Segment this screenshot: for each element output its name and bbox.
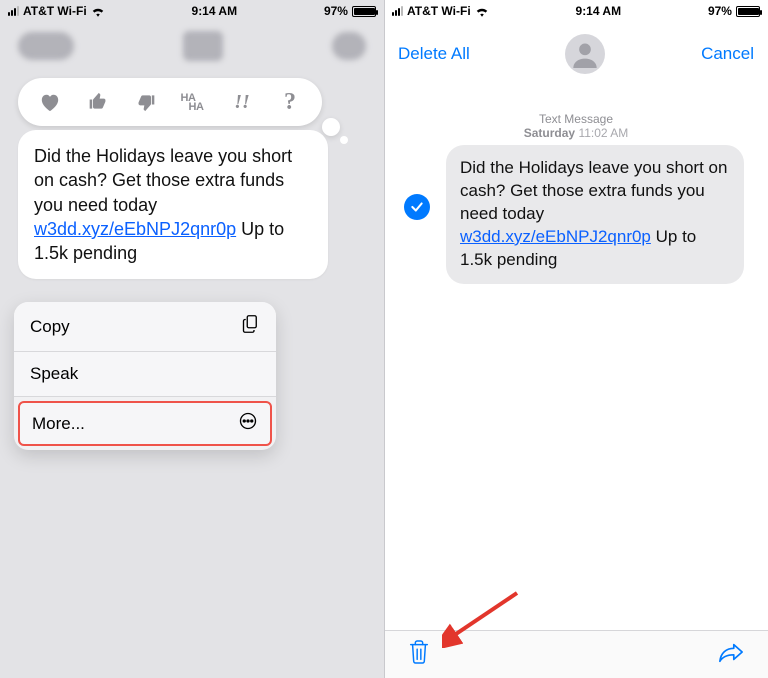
- message-bubble[interactable]: Did the Holidays leave you short on cash…: [18, 130, 328, 279]
- pane-divider: [384, 0, 385, 678]
- carrier-label: AT&T Wi-Fi: [23, 4, 87, 18]
- action-more[interactable]: More...: [18, 401, 272, 446]
- message-text-pre: Did the Holidays leave you short on cash…: [34, 146, 292, 215]
- heart-icon: [39, 92, 61, 112]
- select-checkbox[interactable]: [404, 194, 430, 220]
- left-screenshot: AT&T Wi-Fi 9:14 AM 97% HA HA: [0, 0, 384, 678]
- battery-pct: 97%: [324, 4, 348, 18]
- tapback-tail-small: [340, 136, 348, 144]
- tapback-exclaim[interactable]: !!: [218, 86, 266, 118]
- message-meta: Text Message Saturday 11:02 AM: [384, 112, 768, 140]
- battery-pct: 97%: [708, 4, 732, 18]
- bottom-toolbar: [384, 630, 768, 678]
- action-copy-label: Copy: [30, 317, 70, 337]
- action-sheet: Copy Speak More...: [14, 302, 276, 450]
- status-bar: AT&T Wi-Fi 9:14 AM 97%: [0, 0, 384, 22]
- status-time: 9:14 AM: [192, 4, 238, 18]
- question-icon: ?: [284, 89, 296, 116]
- message-link[interactable]: w3dd.xyz/eEbNPJ2qnr0p: [34, 219, 236, 239]
- action-copy[interactable]: Copy: [14, 302, 276, 352]
- cell-signal-icon: [392, 6, 403, 16]
- blurred-nav: [0, 26, 384, 66]
- action-speak[interactable]: Speak: [14, 352, 276, 397]
- thumbs-up-icon: [88, 92, 108, 112]
- message-text-pre: Did the Holidays leave you short on cash…: [460, 158, 727, 223]
- tapback-haha[interactable]: HA HA: [170, 86, 218, 118]
- action-more-label: More...: [32, 414, 85, 434]
- status-bar: AT&T Wi-Fi 9:14 AM 97%: [384, 0, 768, 22]
- action-speak-label: Speak: [30, 364, 78, 384]
- message-day: Saturday: [524, 126, 575, 140]
- forward-icon: [718, 641, 744, 663]
- message-kind: Text Message: [384, 112, 768, 126]
- person-icon: [571, 40, 599, 68]
- thumbs-down-icon: [136, 92, 156, 112]
- contact-avatar[interactable]: [565, 34, 605, 74]
- cell-signal-icon: [8, 6, 19, 16]
- message-link[interactable]: w3dd.xyz/eEbNPJ2qnr0p: [460, 227, 651, 246]
- battery-icon: [736, 6, 760, 17]
- status-time: 9:14 AM: [576, 4, 622, 18]
- cancel-button[interactable]: Cancel: [701, 44, 754, 64]
- battery-icon: [352, 6, 376, 17]
- tapback-tail: [322, 118, 340, 136]
- tapback-thumbs-down[interactable]: [122, 86, 170, 118]
- right-screenshot: AT&T Wi-Fi 9:14 AM 97% Delete All Cancel…: [384, 0, 768, 678]
- message-time: 11:02 AM: [578, 126, 628, 140]
- exclaim-icon: !!: [234, 91, 250, 114]
- more-icon: [238, 411, 258, 436]
- carrier-label: AT&T Wi-Fi: [407, 4, 471, 18]
- tapback-question[interactable]: ?: [266, 86, 314, 118]
- selection-header: Delete All Cancel: [384, 22, 768, 86]
- copy-icon: [242, 314, 260, 339]
- haha-icon: HA HA: [185, 92, 204, 113]
- wifi-icon: [91, 6, 105, 17]
- forward-button[interactable]: [718, 641, 744, 668]
- check-icon: [410, 200, 424, 214]
- wifi-icon: [475, 6, 489, 17]
- trash-button[interactable]: [408, 639, 430, 670]
- tapback-heart[interactable]: [26, 86, 74, 118]
- message-bubble[interactable]: Did the Holidays leave you short on cash…: [446, 145, 744, 284]
- tapback-thumbs-up[interactable]: [74, 86, 122, 118]
- delete-all-button[interactable]: Delete All: [398, 44, 470, 64]
- tapback-popup: HA HA !! ?: [18, 78, 322, 126]
- trash-icon: [408, 639, 430, 665]
